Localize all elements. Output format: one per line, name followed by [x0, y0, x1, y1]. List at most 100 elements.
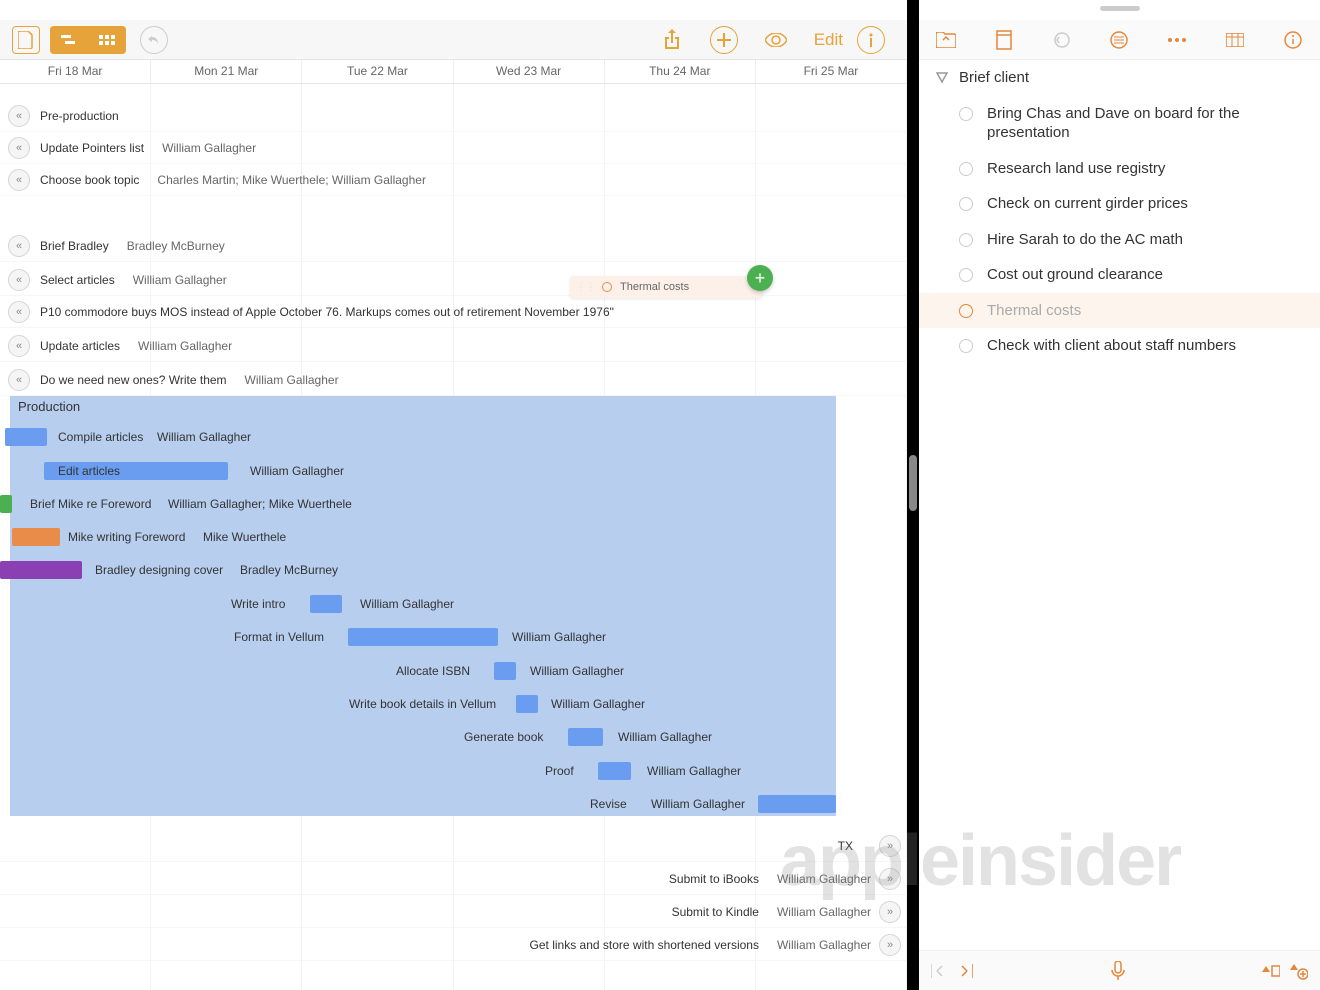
gantt-body[interactable]: « Pre-production « Update Pointers list … [0, 84, 907, 990]
scroll-right-icon[interactable]: » [879, 901, 901, 923]
task-row[interactable]: « P10 commodore buys MOS instead of Appl… [0, 296, 907, 328]
undo-button[interactable] [140, 26, 168, 54]
checkbox-icon[interactable] [959, 197, 973, 211]
outline-icon[interactable] [1108, 29, 1130, 51]
note-icon[interactable] [993, 29, 1015, 51]
task-bar[interactable] [310, 595, 342, 613]
task-bar[interactable] [348, 628, 498, 646]
task-bar[interactable] [758, 795, 836, 813]
task-row[interactable]: « Pre-production [0, 100, 907, 132]
task-row[interactable]: « Brief Bradley Bradley McBurney [0, 230, 907, 262]
scroll-left-icon[interactable]: « [8, 269, 30, 291]
outline-item[interactable]: Bring Chas and Dave on board for the pre… [919, 96, 1320, 151]
outline-item-label: Cost out ground clearance [987, 265, 1304, 285]
task-row[interactable]: Submit to iBooksWilliam Gallagher» [0, 863, 907, 895]
assignee: William Gallagher [777, 905, 871, 919]
disclosure-triangle-icon[interactable] [935, 71, 949, 85]
move-up-icon[interactable] [1262, 964, 1280, 978]
folder-icon[interactable] [935, 29, 957, 51]
gantt-view-button[interactable] [50, 26, 88, 54]
undo-icon[interactable] [1051, 29, 1073, 51]
edit-button[interactable]: Edit [814, 30, 843, 50]
info-button[interactable] [857, 26, 885, 54]
outline-item-label: Thermal costs [987, 301, 1304, 321]
checkbox-icon[interactable] [959, 339, 973, 353]
outline-item[interactable]: Check on current girder prices [919, 186, 1320, 222]
outline-item[interactable]: Research land use registry [919, 151, 1320, 187]
task-label: Pre-production [40, 109, 119, 123]
scroll-left-icon[interactable]: « [8, 335, 30, 357]
task-row[interactable]: Get links and store with shortened versi… [0, 929, 907, 961]
outline-item[interactable]: Cost out ground clearance [919, 257, 1320, 293]
task-bar[interactable] [598, 762, 631, 780]
outline-parent-label: Brief client [959, 68, 1304, 88]
add-task-fab[interactable]: + [747, 265, 773, 291]
view-icon[interactable] [762, 26, 790, 54]
assignee: William Gallagher [512, 630, 606, 644]
outdent-icon[interactable] [931, 964, 947, 978]
outline-item[interactable]: Check with client about staff numbers [919, 328, 1320, 364]
slide-over-handle[interactable] [1100, 6, 1140, 11]
indent-icon[interactable] [957, 964, 973, 978]
task-row[interactable]: Submit to KindleWilliam Gallagher» [0, 896, 907, 928]
scroll-left-icon[interactable]: « [8, 137, 30, 159]
task-bar[interactable] [5, 428, 47, 446]
documents-icon[interactable] [12, 26, 40, 54]
drag-handle-icon[interactable]: ⋮⋮ [576, 282, 596, 293]
scroll-right-icon[interactable]: » [879, 835, 901, 857]
task-bar[interactable] [568, 728, 603, 746]
task-bar[interactable] [494, 662, 516, 680]
checkbox-icon[interactable] [959, 162, 973, 176]
task-row[interactable]: « Choose book topic Charles Martin; Mike… [0, 164, 907, 196]
task-row[interactable]: « Update Pointers list William Gallagher [0, 132, 907, 164]
divider-handle[interactable] [909, 455, 917, 511]
task-label: Brief Mike re Foreword [30, 497, 151, 511]
info-icon[interactable] [1282, 29, 1304, 51]
left-toolbar: Edit [0, 20, 907, 60]
floating-new-task[interactable]: ⋮⋮ Thermal costs [570, 276, 762, 298]
add-row-icon[interactable] [1290, 962, 1308, 980]
more-icon[interactable] [1166, 29, 1188, 51]
mic-icon[interactable] [1111, 961, 1125, 981]
task-bar[interactable] [516, 695, 538, 713]
scroll-left-icon[interactable]: « [8, 235, 30, 257]
calendar-view-button[interactable] [88, 26, 126, 54]
assignee: William Gallagher [530, 664, 624, 678]
task-row[interactable]: « Update articles William Gallagher [0, 330, 907, 362]
outline-parent[interactable]: Brief client [919, 60, 1320, 96]
date-col: Tue 22 Mar [302, 60, 453, 83]
floating-task-label: Thermal costs [620, 281, 689, 293]
scroll-right-icon[interactable]: » [879, 934, 901, 956]
date-col: Thu 24 Mar [605, 60, 756, 83]
outline-item[interactable]: Hire Sarah to do the AC math [919, 222, 1320, 258]
scroll-left-icon[interactable]: « [8, 301, 30, 323]
assignee: William Gallagher [162, 141, 256, 155]
split-divider[interactable] [907, 0, 919, 990]
scroll-left-icon[interactable]: « [8, 105, 30, 127]
outline-list[interactable]: Brief client Bring Chas and Dave on boar… [919, 60, 1320, 950]
checkbox-icon[interactable] [959, 233, 973, 247]
task-label: P10 commodore buys MOS instead of Apple … [40, 305, 614, 319]
checkbox-icon[interactable] [959, 268, 973, 282]
task-row[interactable]: « Do we need new ones? Write them Willia… [0, 364, 907, 396]
assignee: William Gallagher [133, 273, 227, 287]
task-bar[interactable] [0, 495, 12, 513]
add-button[interactable] [710, 26, 738, 54]
assignee: William Gallagher [250, 464, 344, 478]
checkbox-icon[interactable] [959, 107, 973, 121]
scroll-right-icon[interactable]: » [879, 868, 901, 890]
view-toggle[interactable] [50, 26, 126, 54]
checkbox-icon[interactable] [959, 304, 973, 318]
columns-icon[interactable] [1224, 29, 1246, 51]
task-label: Update Pointers list [40, 141, 144, 155]
task-label: Write intro [231, 597, 285, 611]
task-bar[interactable] [0, 561, 82, 579]
scroll-left-icon[interactable]: « [8, 169, 30, 191]
share-icon[interactable] [658, 26, 686, 54]
task-label: Allocate ISBN [396, 664, 470, 678]
task-bar[interactable] [12, 528, 60, 546]
scroll-left-icon[interactable]: « [8, 369, 30, 391]
outline-item[interactable]: Thermal costs [919, 293, 1320, 329]
assignee: William Gallagher [618, 730, 712, 744]
task-row[interactable]: TX» [0, 830, 907, 862]
